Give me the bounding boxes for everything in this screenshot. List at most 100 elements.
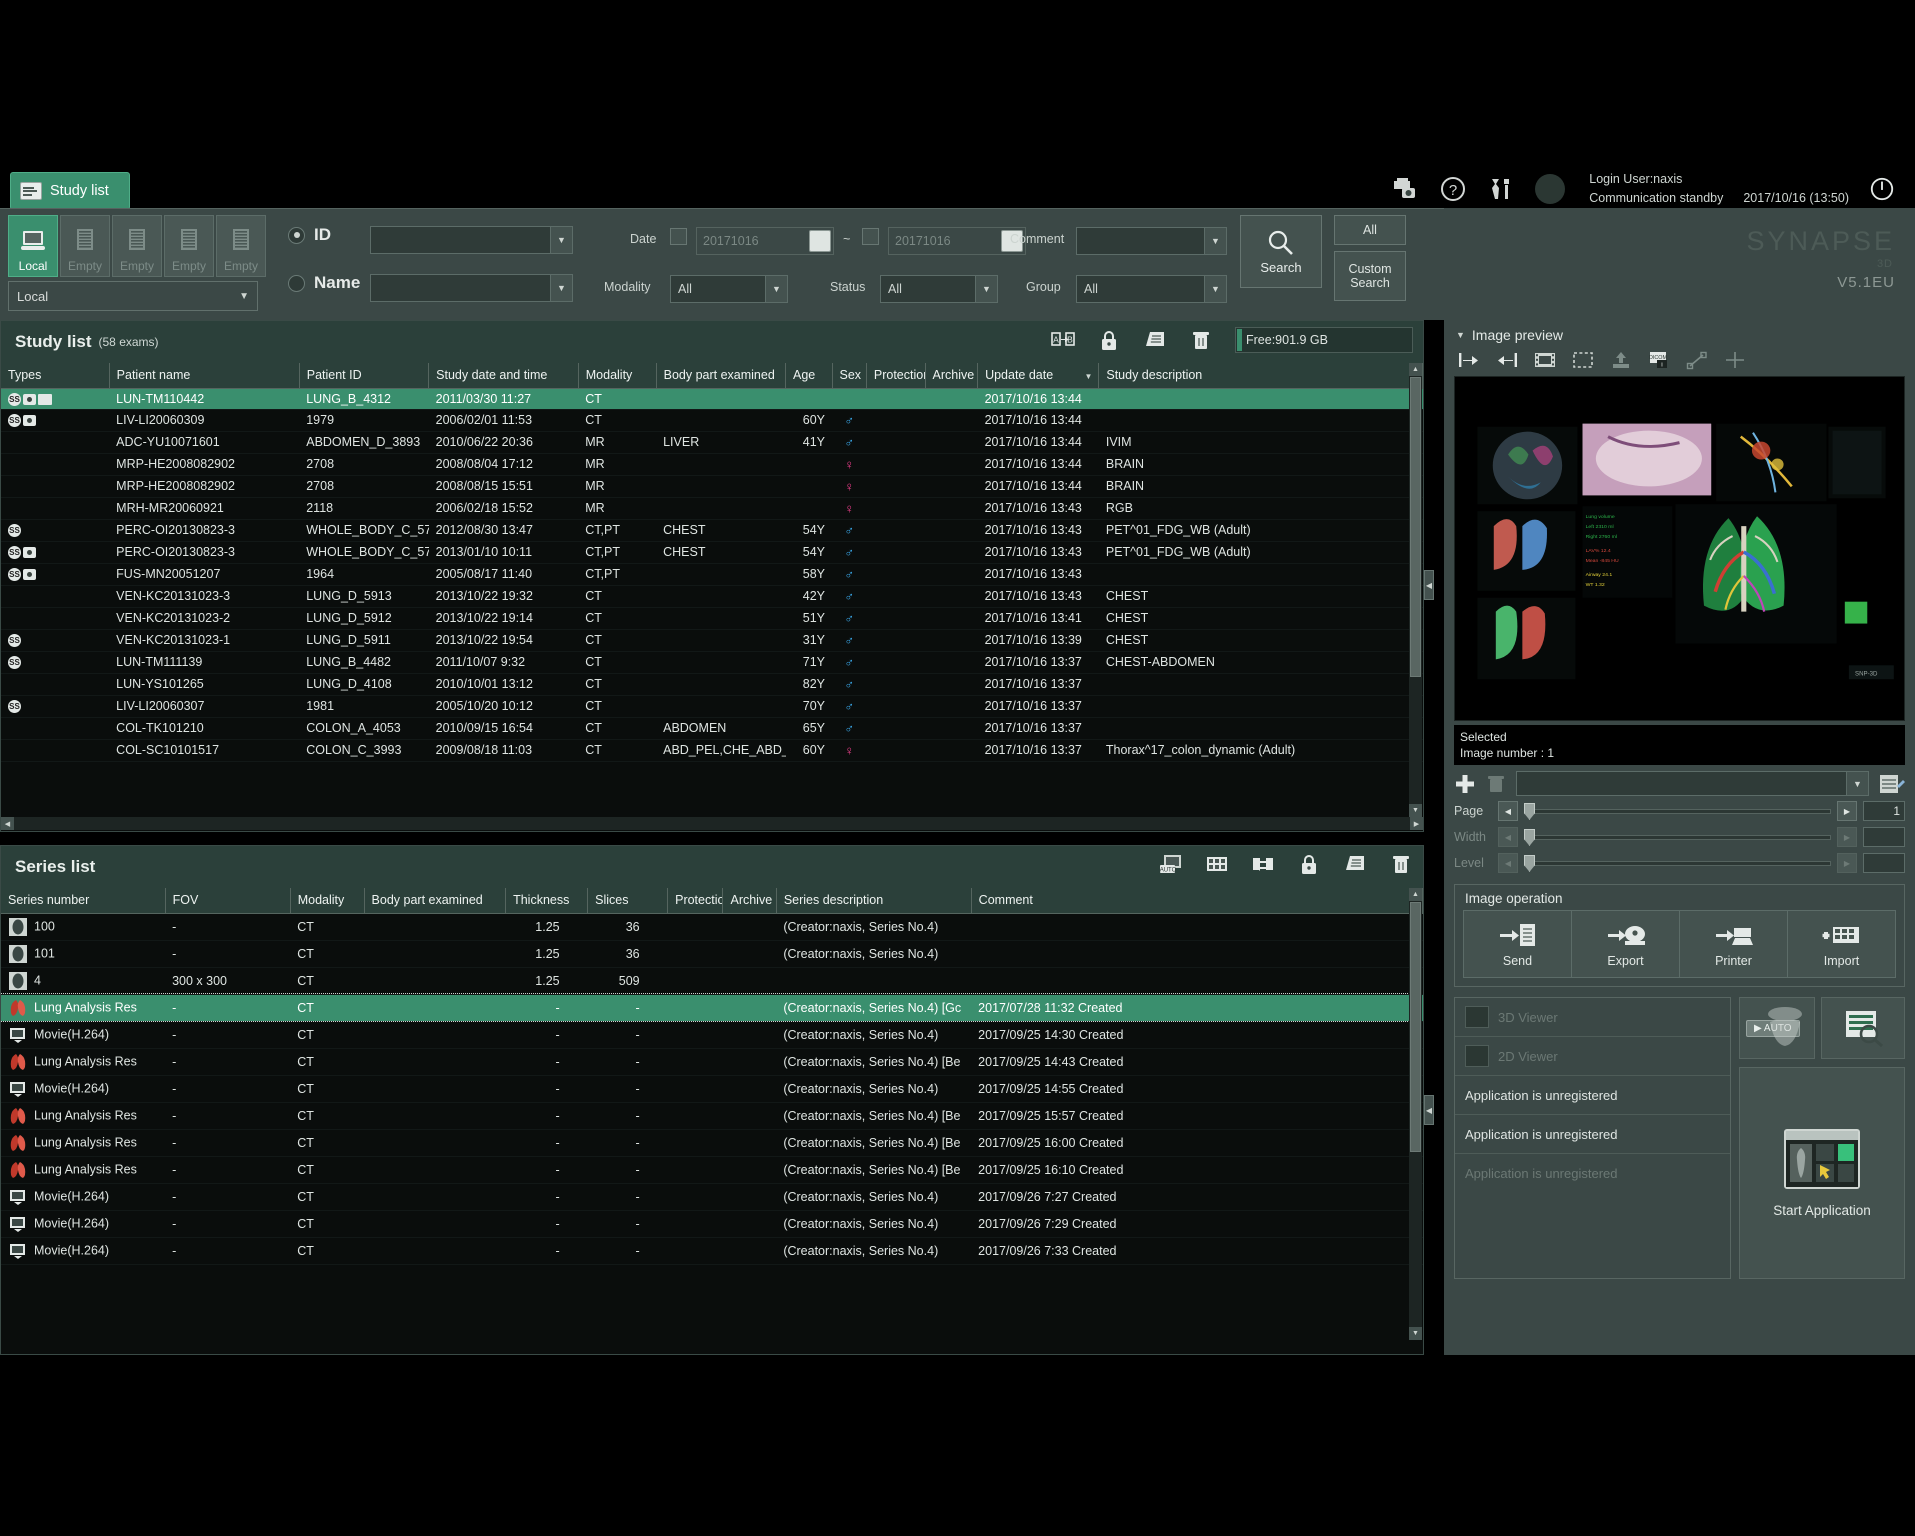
help-icon[interactable]: ? bbox=[1439, 175, 1467, 203]
radio-id[interactable] bbox=[288, 226, 305, 244]
chevron-down-icon[interactable]: ▼ bbox=[765, 276, 787, 302]
col-patient-id[interactable]: Patient ID bbox=[299, 363, 430, 389]
app-item-unregistered-3[interactable]: Application is unregistered bbox=[1455, 1154, 1730, 1193]
scroll-up-button[interactable]: ▲ bbox=[1409, 363, 1422, 376]
col-archive[interactable]: Archive bbox=[925, 363, 979, 389]
col-study-description[interactable]: Study description bbox=[1098, 363, 1423, 389]
source-tile-empty-1[interactable]: Empty bbox=[60, 215, 110, 277]
print-capture-icon[interactable] bbox=[1391, 175, 1419, 203]
crosshair-icon[interactable] bbox=[1724, 350, 1746, 370]
col-modality[interactable]: Modality bbox=[578, 363, 657, 389]
width-next-button[interactable]: ▶ bbox=[1837, 827, 1857, 848]
table-row[interactable]: Lung Analysis Res - CT - - (Creator:naxis, Se… bbox=[1, 1048, 1423, 1076]
id-input[interactable]: ▼ bbox=[370, 226, 573, 254]
table-row[interactable]: Lung Analysis Res - CT - - (Creator:naxis, Se… bbox=[1, 1156, 1423, 1184]
calendar-icon[interactable] bbox=[809, 230, 831, 252]
col-fov[interactable]: FOV bbox=[165, 888, 291, 914]
chevron-down-icon[interactable]: ▼ bbox=[550, 275, 572, 301]
scroll-thumb[interactable] bbox=[1410, 377, 1421, 677]
measure-icon[interactable] bbox=[1686, 350, 1708, 370]
chevron-down-icon[interactable]: ▼ bbox=[1846, 772, 1868, 796]
source-tile-empty-3[interactable]: Empty bbox=[164, 215, 214, 277]
study-panel-collapse-handle[interactable]: ◀ bbox=[1424, 570, 1434, 600]
table-row[interactable]: ADC-YU10071601 ABDOMEN_D_3893 2010/06/22 2… bbox=[1, 431, 1423, 454]
app-item-unregistered-1[interactable]: Application is unregistered bbox=[1455, 1076, 1730, 1116]
table-row[interactable]: Lung Analysis Res - CT - - (Creator:naxis, Se… bbox=[1, 1129, 1423, 1157]
col-update-date[interactable]: Update date ▼ bbox=[977, 363, 1100, 389]
series-scroll-thumb[interactable] bbox=[1410, 902, 1421, 1152]
col-sex[interactable]: Sex bbox=[832, 363, 867, 389]
width-slider-track[interactable] bbox=[1524, 828, 1831, 846]
col-series-number[interactable]: Series number bbox=[1, 888, 166, 914]
preset-settings-icon[interactable] bbox=[1879, 772, 1905, 796]
power-icon[interactable] bbox=[1869, 176, 1895, 202]
series-scroll-down-button[interactable]: ▼ bbox=[1409, 1327, 1422, 1340]
page-value[interactable]: 1 bbox=[1863, 801, 1905, 822]
table-row[interactable]: MRH-MR20060921 2118 2006/02/18 15:52 MR ♀ 201… bbox=[1, 497, 1423, 520]
col-series-protection[interactable]: Protection bbox=[667, 888, 724, 914]
lock-icon[interactable] bbox=[1297, 852, 1321, 876]
prev-image-icon[interactable] bbox=[1496, 350, 1518, 370]
page-next-button[interactable]: ▶ bbox=[1837, 801, 1857, 822]
col-age[interactable]: Age bbox=[785, 363, 833, 389]
source-tile-empty-4[interactable]: Empty bbox=[216, 215, 266, 277]
source-tile-local[interactable]: Local bbox=[8, 215, 58, 277]
col-series-description[interactable]: Series description bbox=[776, 888, 972, 914]
app-item-3d-viewer[interactable]: 3D Viewer bbox=[1455, 998, 1730, 1038]
level-slider-track[interactable] bbox=[1524, 854, 1831, 872]
series-scroll-up-button[interactable]: ▲ bbox=[1409, 888, 1422, 901]
table-row[interactable]: VEN-KC20131023-2 LUNG_D_5912 2013/10/22 19… bbox=[1, 607, 1423, 630]
series-list-vscrollbar[interactable]: ▲ bbox=[1409, 888, 1422, 1340]
source-select[interactable]: Local ▼ bbox=[8, 281, 258, 311]
table-row[interactable]: SS FUS-MN20051207 1964 2005/08/17 11:40 CT,P… bbox=[1, 563, 1423, 586]
next-image-icon[interactable] bbox=[1458, 350, 1480, 370]
auto-movie-icon[interactable]: AUTO bbox=[1159, 852, 1183, 876]
hscroll-thumb[interactable] bbox=[15, 818, 1409, 829]
preset-select[interactable]: ▼ bbox=[1516, 771, 1869, 797]
upload-icon[interactable] bbox=[1610, 350, 1632, 370]
table-row[interactable]: COL-SC10101517 COLON_C_3993 2009/08/18 11:… bbox=[1, 739, 1423, 762]
preview-image[interactable]: Lung volume Left 2310 ml Right 2760 ml LAV… bbox=[1454, 376, 1905, 721]
status-select[interactable]: All ▼ bbox=[880, 275, 998, 303]
page-slider-track[interactable] bbox=[1524, 802, 1831, 820]
group-select[interactable]: All ▼ bbox=[1076, 275, 1227, 303]
table-row[interactable]: Lung Analysis Res - CT - - (Creator:naxis, Se… bbox=[1, 993, 1423, 1022]
source-tile-empty-2[interactable]: Empty bbox=[112, 215, 162, 277]
chevron-down-icon[interactable]: ▼ bbox=[1204, 276, 1226, 302]
lock-icon[interactable] bbox=[1097, 328, 1121, 352]
add-icon[interactable] bbox=[1454, 773, 1476, 795]
app-item-unregistered-2[interactable]: Application is unregistered bbox=[1455, 1115, 1730, 1155]
width-slider-knob[interactable] bbox=[1524, 828, 1535, 846]
col-series-archive[interactable]: Archive bbox=[722, 888, 777, 914]
start-application-button[interactable]: Start Application bbox=[1739, 1067, 1905, 1280]
dicom-info-icon[interactable]: DICOM i bbox=[1648, 350, 1670, 370]
date-from-checkbox[interactable] bbox=[670, 228, 687, 245]
trash-icon[interactable] bbox=[1389, 852, 1413, 876]
level-value[interactable] bbox=[1863, 853, 1905, 874]
col-body-part[interactable]: Body part examined bbox=[656, 363, 787, 389]
trash-icon[interactable] bbox=[1189, 328, 1213, 352]
series-panel-collapse-handle[interactable]: ◀ bbox=[1424, 1095, 1434, 1125]
study-list-hscrollbar[interactable]: ◀ ▶ bbox=[1, 817, 1423, 830]
page-slider-knob[interactable] bbox=[1524, 802, 1535, 820]
chevron-down-icon[interactable]: ▼ bbox=[975, 276, 997, 302]
note-icon[interactable] bbox=[1343, 852, 1367, 876]
col-series-modality[interactable]: Modality bbox=[290, 888, 365, 914]
modality-select[interactable]: All ▼ bbox=[670, 275, 788, 303]
table-row[interactable]: Movie(H.264) - CT - - (Creator:naxis, Series … bbox=[1, 1183, 1423, 1211]
level-prev-button[interactable]: ◀ bbox=[1498, 853, 1518, 874]
film-icon[interactable] bbox=[1534, 350, 1556, 370]
date-to-input[interactable]: 20171016 bbox=[888, 227, 1026, 255]
image-preview-header[interactable]: ▼ Image preview bbox=[1444, 320, 1915, 346]
scroll-down-button[interactable]: ▼ bbox=[1409, 804, 1422, 817]
import-button[interactable]: Import bbox=[1788, 911, 1895, 978]
avatar[interactable] bbox=[1535, 173, 1566, 204]
send-button[interactable]: Send bbox=[1464, 911, 1572, 978]
search-study-button[interactable] bbox=[1821, 997, 1905, 1060]
table-row[interactable]: 100- CT 1.25 36 (Creator:naxis, Series No.4) bbox=[1, 913, 1423, 941]
table-row[interactable]: Movie(H.264) - CT - - (Creator:naxis, Series … bbox=[1, 1237, 1423, 1265]
table-row[interactable]: Movie(H.264) - CT - - (Creator:naxis, Series … bbox=[1, 1021, 1423, 1049]
delete-preset-icon[interactable] bbox=[1486, 773, 1506, 795]
ab-transfer-icon[interactable]: A B bbox=[1051, 328, 1075, 352]
tools-icon[interactable] bbox=[1487, 175, 1515, 203]
